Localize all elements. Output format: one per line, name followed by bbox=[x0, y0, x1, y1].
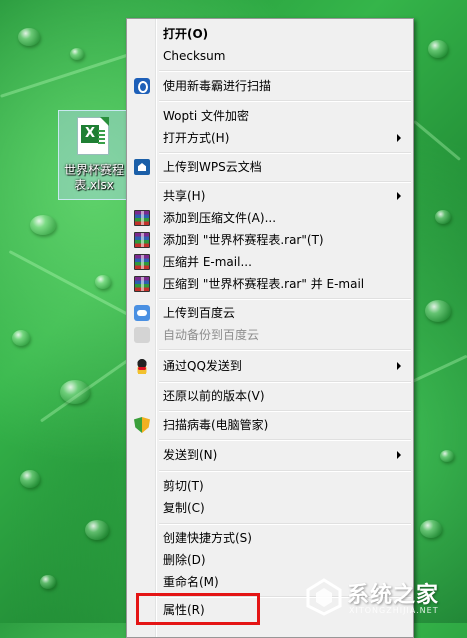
winrar-icon bbox=[134, 254, 150, 270]
menu-item-copy[interactable]: 复制(C) bbox=[129, 497, 411, 519]
menu-separator bbox=[159, 381, 411, 383]
menu-item-share[interactable]: 共享(H) bbox=[129, 185, 411, 207]
menu-item-create-shortcut[interactable]: 创建快捷方式(S) bbox=[129, 527, 411, 549]
menu-item-label: Wopti 文件加密 bbox=[163, 109, 249, 123]
submenu-arrow-icon bbox=[397, 451, 401, 459]
menu-item-send-to[interactable]: 发送到(N) bbox=[129, 444, 411, 466]
menu-item-label: 上传到WPS云文档 bbox=[163, 160, 262, 174]
winrar-icon bbox=[134, 232, 150, 248]
menu-separator bbox=[159, 410, 411, 412]
menu-item-label: 删除(D) bbox=[163, 553, 206, 567]
menu-separator bbox=[159, 523, 411, 525]
menu-item-label: 发送到(N) bbox=[163, 448, 218, 462]
menu-item-upload-wps[interactable]: 上传到WPS云文档 bbox=[129, 156, 411, 178]
menu-item-delete[interactable]: 删除(D) bbox=[129, 549, 411, 571]
menu-separator bbox=[159, 181, 411, 183]
wps-cloud-icon bbox=[134, 159, 150, 175]
menu-item-label: 剪切(T) bbox=[163, 479, 204, 493]
submenu-arrow-icon bbox=[397, 134, 401, 142]
menu-item-checksum[interactable]: Checksum bbox=[129, 45, 411, 67]
menu-separator bbox=[159, 100, 411, 102]
menu-separator bbox=[159, 439, 411, 441]
desktop-file-label: 世界杯赛程表.xlsx bbox=[63, 163, 124, 192]
baidu-cloud-icon bbox=[134, 327, 150, 343]
menu-separator bbox=[159, 152, 411, 154]
watermark-title: 系统之家 bbox=[347, 583, 440, 608]
menu-item-cut[interactable]: 剪切(T) bbox=[129, 475, 411, 497]
menu-item-label: 压缩到 "世界杯赛程表.rar" 并 E-mail bbox=[163, 277, 365, 291]
watermark-subtitle: XITONGZHIJIA.NET bbox=[349, 606, 439, 615]
menu-item-label: 添加到压缩文件(A)... bbox=[163, 211, 277, 225]
menu-item-label: 共享(H) bbox=[163, 189, 206, 203]
menu-item-label: 通过QQ发送到 bbox=[163, 359, 242, 373]
antivirus-scan-icon bbox=[134, 78, 150, 94]
menu-item-add-to-rar[interactable]: 添加到 "世界杯赛程表.rar"(T) bbox=[129, 229, 411, 251]
desktop-file-icon[interactable]: X 世界杯赛程表.xlsx bbox=[58, 110, 128, 200]
menu-separator bbox=[159, 470, 411, 472]
menu-item-open-with[interactable]: 打开方式(H) bbox=[129, 127, 411, 149]
menu-item-open[interactable]: 打开(O) bbox=[129, 23, 411, 45]
context-menu: 打开(O) Checksum 使用新毒霸进行扫描 Wopti 文件加密 打开方式… bbox=[126, 18, 414, 638]
menu-item-label: 上传到百度云 bbox=[163, 306, 236, 320]
submenu-arrow-icon bbox=[397, 192, 401, 200]
menu-item-label: 复制(C) bbox=[163, 501, 205, 515]
menu-item-label: 使用新毒霸进行扫描 bbox=[163, 79, 272, 93]
baidu-cloud-icon bbox=[134, 305, 150, 321]
menu-item-label: 扫描病毒(电脑管家) bbox=[163, 418, 269, 432]
menu-separator bbox=[159, 349, 411, 351]
submenu-arrow-icon bbox=[397, 362, 401, 370]
menu-separator bbox=[159, 70, 411, 72]
menu-item-compress-rar-email[interactable]: 压缩到 "世界杯赛程表.rar" 并 E-mail bbox=[129, 273, 411, 295]
menu-item-add-to-archive[interactable]: 添加到压缩文件(A)... bbox=[129, 207, 411, 229]
menu-item-label: 打开(O) bbox=[163, 27, 209, 41]
qq-icon bbox=[134, 358, 150, 374]
watermark-logo-icon bbox=[306, 578, 342, 616]
properties-highlight-box bbox=[136, 593, 260, 625]
menu-item-duba-scan[interactable]: 使用新毒霸进行扫描 bbox=[129, 75, 411, 97]
menu-item-upload-baidu[interactable]: 上传到百度云 bbox=[129, 302, 411, 324]
menu-item-label: 还原以前的版本(V) bbox=[163, 389, 265, 403]
menu-item-label: 添加到 "世界杯赛程表.rar"(T) bbox=[163, 233, 324, 247]
menu-separator bbox=[159, 298, 411, 300]
menu-item-restore-versions[interactable]: 还原以前的版本(V) bbox=[129, 385, 411, 407]
winrar-icon bbox=[134, 276, 150, 292]
menu-item-compress-email[interactable]: 压缩并 E-mail... bbox=[129, 251, 411, 273]
menu-item-auto-backup-baidu: 自动备份到百度云 bbox=[129, 324, 411, 346]
menu-item-label: Checksum bbox=[163, 49, 226, 63]
menu-item-label: 打开方式(H) bbox=[163, 131, 230, 145]
pc-manager-shield-icon bbox=[134, 417, 150, 433]
menu-item-send-via-qq[interactable]: 通过QQ发送到 bbox=[129, 355, 411, 377]
site-watermark: 系统之家 XITONGZHIJIA.NET bbox=[305, 572, 465, 620]
menu-item-label: 创建快捷方式(S) bbox=[163, 531, 252, 545]
winrar-icon bbox=[134, 210, 150, 226]
menu-item-scan-virus-pcmanager[interactable]: 扫描病毒(电脑管家) bbox=[129, 414, 411, 436]
menu-item-label: 自动备份到百度云 bbox=[163, 328, 260, 342]
menu-item-wopti-encrypt[interactable]: Wopti 文件加密 bbox=[129, 105, 411, 127]
excel-file-icon: X bbox=[77, 117, 109, 155]
menu-item-label: 压缩并 E-mail... bbox=[163, 255, 252, 269]
menu-item-label: 重命名(M) bbox=[163, 575, 219, 589]
